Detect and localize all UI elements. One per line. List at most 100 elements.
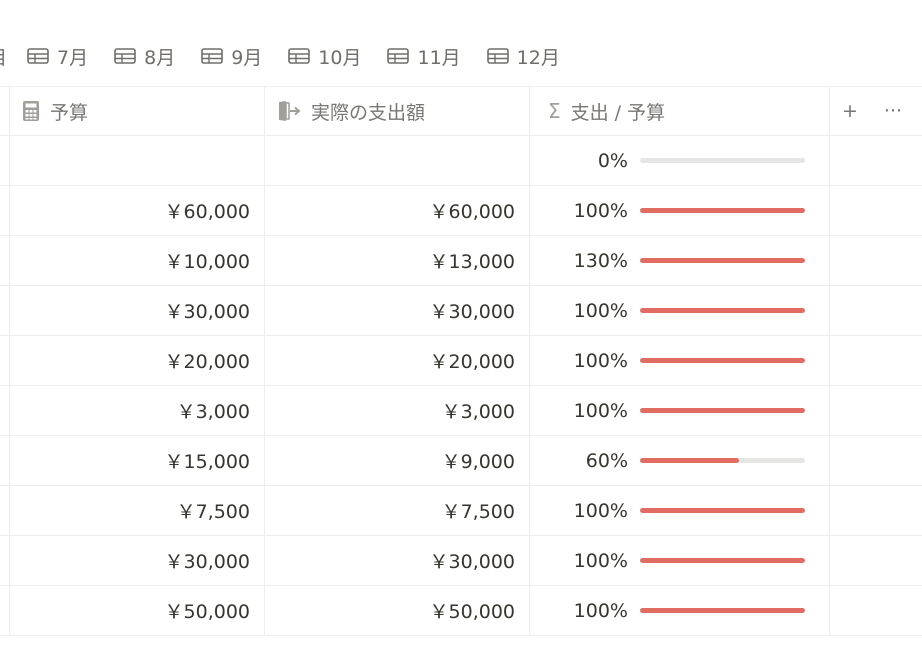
table-row[interactable]: ￥7,500 ￥7,500 100% (0, 486, 922, 536)
table-row[interactable]: ￥30,000 ￥30,000 100% (0, 536, 922, 586)
budget-value: ￥30,000 (164, 301, 250, 323)
progress-bar (640, 458, 805, 463)
tab-label: 12月 (516, 46, 560, 69)
budget-table-view: 目 7月 8月 9月 10月 11月 12月 (0, 0, 922, 658)
budget-cell[interactable]: ￥30,000 (10, 286, 265, 335)
actual-cell[interactable]: ￥3,000 (265, 386, 530, 435)
actual-cell[interactable]: ￥7,500 (265, 486, 530, 535)
actual-cell[interactable]: ￥50,000 (265, 586, 530, 635)
row-trailing-spacer (830, 486, 922, 535)
table-row[interactable]: ￥60,000 ￥60,000 100% (0, 186, 922, 236)
progress-bar (640, 158, 805, 163)
actual-cell[interactable]: ￥13,000 (265, 236, 530, 285)
column-header-budget[interactable]: 予算 (10, 87, 265, 135)
column-header-ratio[interactable]: Σ 支出 / 予算 (530, 87, 830, 135)
table-icon (288, 48, 311, 64)
actual-value: ￥50,000 (429, 601, 515, 623)
column-header-label: 予算 (50, 101, 89, 124)
actual-value: ￥30,000 (429, 301, 515, 323)
row-spacer (0, 186, 10, 235)
progress-bar-fill (640, 258, 805, 263)
row-spacer (0, 136, 10, 185)
tab-october[interactable]: 10月 (288, 43, 361, 70)
budget-value: ￥15,000 (164, 451, 250, 473)
ratio-percent: 100% (573, 349, 628, 372)
ratio-cell[interactable]: 60% (530, 436, 830, 485)
tab-december[interactable]: 12月 (486, 43, 560, 70)
tab-label: 9月 (231, 46, 263, 69)
tab-label: 11月 (417, 46, 461, 69)
budget-cell[interactable]: ￥7,500 (10, 486, 265, 535)
actual-value: ￥9,000 (441, 451, 515, 473)
ratio-cell[interactable]: 100% (530, 186, 830, 235)
row-spacer (0, 586, 10, 635)
table-row[interactable]: ￥10,000 ￥13,000 130% (0, 236, 922, 286)
tab-partial[interactable]: 目 (0, 43, 7, 70)
actual-cell[interactable]: ￥20,000 (265, 336, 530, 385)
ratio-percent: 100% (573, 399, 628, 422)
tab-august[interactable]: 8月 (114, 43, 175, 70)
ratio-percent: 0% (597, 149, 628, 172)
table-row[interactable]: ￥30,000 ￥30,000 100% (0, 286, 922, 336)
ratio-percent: 100% (573, 599, 628, 622)
tab-label: 7月 (57, 46, 89, 69)
actual-value: ￥30,000 (429, 551, 515, 573)
tab-july[interactable]: 7月 (27, 43, 88, 70)
actual-value: ￥13,000 (429, 251, 515, 273)
table-row[interactable]: ￥15,000 ￥9,000 60% (0, 436, 922, 486)
actual-value: ￥60,000 (429, 201, 515, 223)
table-row[interactable]: 0% (0, 136, 922, 186)
tab-label: 10月 (318, 46, 362, 69)
budget-cell[interactable]: ￥50,000 (10, 586, 265, 635)
progress-bar (640, 208, 805, 213)
budget-cell[interactable] (10, 136, 265, 185)
column-header-actual[interactable]: 実際の支出額 (265, 87, 530, 135)
ratio-percent: 60% (585, 449, 628, 472)
more-options-button[interactable]: ··· (884, 100, 902, 122)
actual-value: ￥3,000 (441, 401, 515, 423)
tab-november[interactable]: 11月 (387, 43, 461, 70)
ratio-cell[interactable]: 100% (530, 336, 830, 385)
budget-cell[interactable]: ￥3,000 (10, 386, 265, 435)
ratio-percent: 100% (573, 199, 628, 222)
ratio-cell[interactable]: 100% (530, 386, 830, 435)
table-row[interactable]: ￥50,000 ￥50,000 100% (0, 586, 922, 636)
formula-icon: Σ (548, 99, 561, 123)
budget-cell[interactable]: ￥60,000 (10, 186, 265, 235)
budget-cell[interactable]: ￥10,000 (10, 236, 265, 285)
budget-cell[interactable]: ￥20,000 (10, 336, 265, 385)
ratio-cell[interactable]: 130% (530, 236, 830, 285)
actual-cell[interactable] (265, 136, 530, 185)
add-column-button[interactable]: + (842, 100, 858, 122)
progress-bar (640, 408, 805, 413)
row-spacer (0, 436, 10, 485)
ratio-cell[interactable]: 100% (530, 536, 830, 585)
progress-bar (640, 508, 805, 513)
table-body: 0% ￥60,000 ￥60,000 100% ￥10,000 ￥13,000 130% ￥3… (0, 136, 922, 636)
row-spacer (0, 486, 10, 535)
row-trailing-spacer (830, 586, 922, 635)
row-trailing-spacer (830, 436, 922, 485)
budget-table: 予算 実際の支出額 Σ 支出 / 予算 + ··· 0% ￥60,000 ￥60,0… (0, 86, 922, 636)
actual-cell[interactable]: ￥30,000 (265, 286, 530, 335)
table-row[interactable]: ￥3,000 ￥3,000 100% (0, 386, 922, 436)
row-trailing-spacer (830, 386, 922, 435)
tab-september[interactable]: 9月 (201, 43, 262, 70)
ratio-cell[interactable]: 100% (530, 286, 830, 335)
row-spacer (0, 236, 10, 285)
actual-cell[interactable]: ￥60,000 (265, 186, 530, 235)
row-trailing-spacer (830, 236, 922, 285)
ratio-cell[interactable]: 100% (530, 586, 830, 635)
progress-bar-fill (640, 208, 805, 213)
actual-cell[interactable]: ￥9,000 (265, 436, 530, 485)
table-icon (387, 48, 410, 64)
ratio-cell[interactable]: 100% (530, 486, 830, 535)
ratio-cell[interactable]: 0% (530, 136, 830, 185)
progress-bar (640, 358, 805, 363)
progress-bar-fill (640, 458, 739, 463)
budget-cell[interactable]: ￥15,000 (10, 436, 265, 485)
table-row[interactable]: ￥20,000 ￥20,000 100% (0, 336, 922, 386)
budget-value: ￥7,500 (176, 501, 250, 523)
actual-cell[interactable]: ￥30,000 (265, 536, 530, 585)
budget-cell[interactable]: ￥30,000 (10, 536, 265, 585)
